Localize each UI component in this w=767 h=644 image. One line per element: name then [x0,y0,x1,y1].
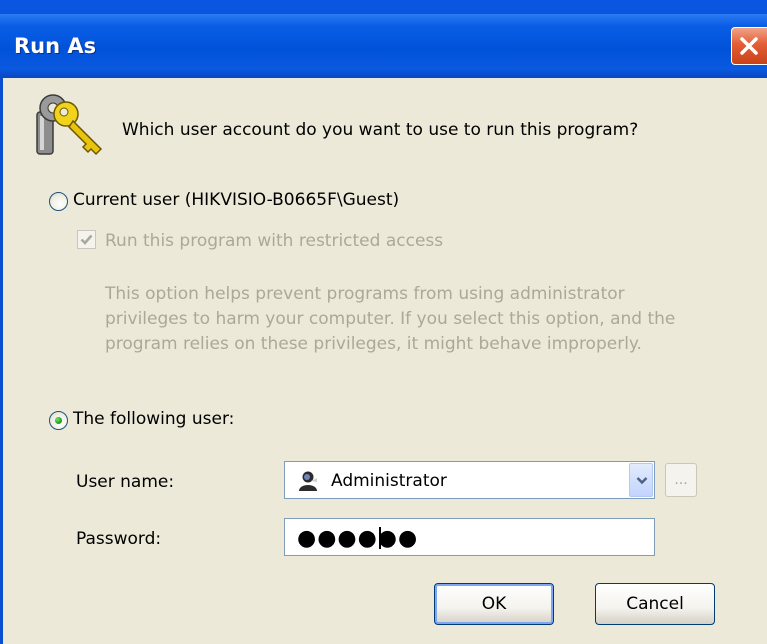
following-user-label[interactable]: The following user: [73,409,234,429]
chevron-down-icon [636,477,648,485]
current-user-radio[interactable] [49,192,68,211]
dialog-client-area [3,78,767,644]
restricted-help-text: This option helps prevent programs from … [105,284,676,354]
password-label: Password: [76,529,162,549]
text-caret [379,527,381,549]
close-icon [740,37,758,55]
restricted-access-checkbox[interactable] [77,230,96,249]
checkmark-icon [80,234,93,245]
restricted-access-label[interactable]: Run this program with restricted access [105,231,443,251]
username-value: Administrator [331,471,447,491]
window-title: Run As [14,34,97,58]
radio-selected-dot [55,417,62,424]
user-icon [299,471,317,491]
username-combobox[interactable]: Administrator [284,461,655,499]
current-user-label[interactable]: Current user (HIKVISIO-B0665F\Guest) [73,190,399,210]
password-field[interactable]: ●●●●●● [284,518,655,556]
keys-icon [36,94,103,156]
run-as-window: Run As Which user account do you want to… [0,0,767,644]
ok-button[interactable]: OK [434,583,554,625]
cancel-button[interactable]: Cancel [595,583,715,625]
username-label: User name: [76,472,175,492]
username-dropdown-button[interactable] [629,463,653,497]
close-button[interactable] [731,27,767,65]
title-bar[interactable] [0,14,767,78]
question-text: Which user account do you want to use to… [122,120,639,140]
following-user-radio[interactable] [49,411,68,430]
browse-button[interactable]: ... [665,463,697,497]
password-value: ●●●●●● [297,526,419,551]
